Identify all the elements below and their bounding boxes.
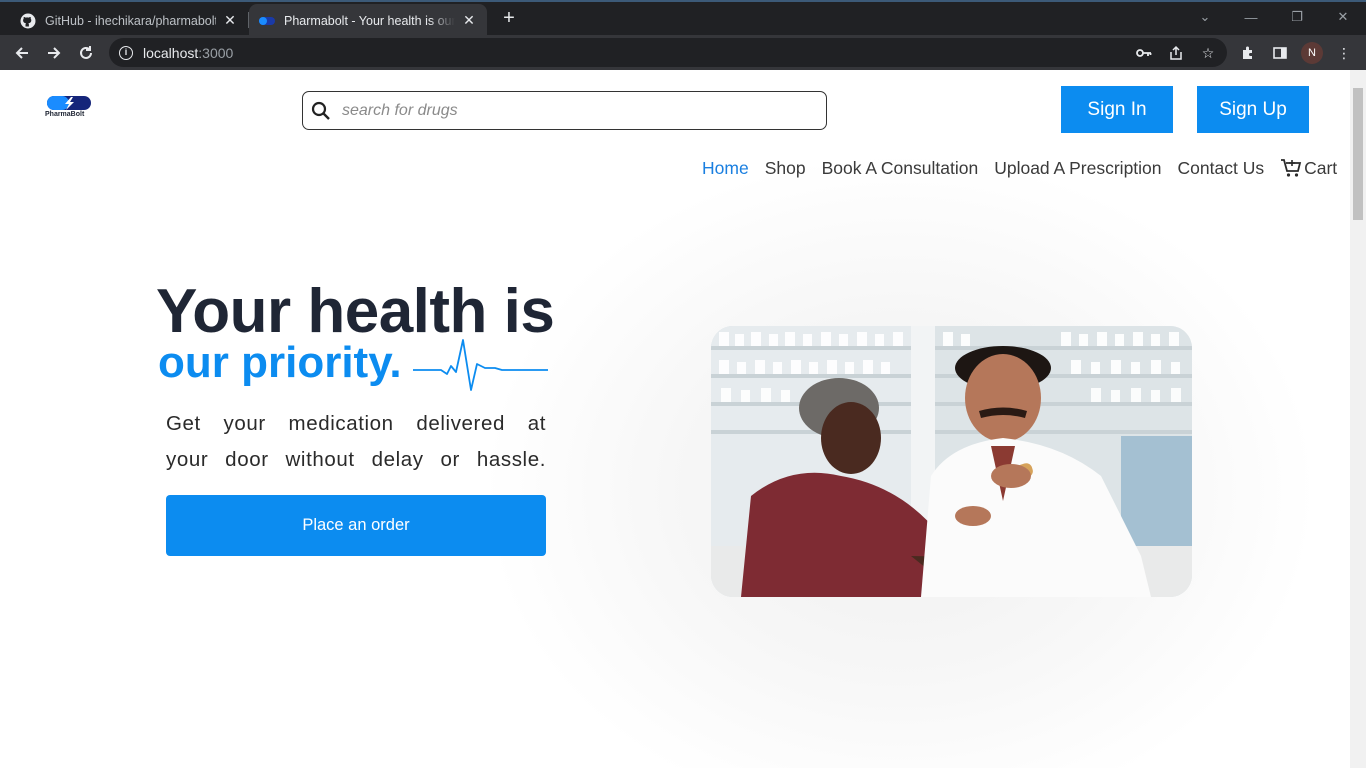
url-port: :3000 [198,44,234,61]
address-bar[interactable]: i localhost:3000 [109,38,1227,67]
scrollbar-thumb[interactable] [1353,88,1363,220]
search-input[interactable] [342,101,782,120]
close-tab-icon[interactable]: ✕ [461,12,477,29]
forward-icon[interactable] [42,41,66,65]
browser-tabstrip: GitHub - ihechikara/pharmabolt ✕ Pharmab… [0,0,1366,37]
nav-item-home[interactable]: Home [702,158,749,179]
extensions-icon[interactable] [1238,43,1258,63]
browser-tab-github[interactable]: GitHub - ihechikara/pharmabolt ✕ [0,4,248,37]
page-scrollbar[interactable] [1350,70,1366,768]
logo-mark-icon [47,96,91,110]
side-panel-icon[interactable] [1270,43,1290,63]
back-icon[interactable] [10,41,34,65]
drug-search-bar[interactable] [302,91,827,130]
key-icon[interactable] [1134,43,1154,63]
nav-item-upload-prescription[interactable]: Upload A Prescription [994,158,1161,179]
close-window-icon[interactable]: ✕ [1328,6,1358,28]
url-host: localhost [143,44,199,61]
hero-pharmacist-image [711,326,1192,597]
hero-subtext: Get your medication delivered at your do… [166,412,546,471]
tab-search-icon[interactable]: ⌄ [1190,6,1220,28]
profile-avatar[interactable]: N [1301,42,1323,64]
github-icon [20,13,36,29]
share-icon[interactable] [1166,43,1186,63]
bookmark-star-icon[interactable]: ☆ [1198,43,1218,63]
restore-icon[interactable]: ❐ [1282,6,1312,28]
tab-title: GitHub - ihechikara/pharmabolt [45,13,216,28]
close-tab-icon[interactable]: ✕ [222,12,238,29]
nav-item-cart[interactable]: Cart [1280,157,1353,179]
reload-icon[interactable] [74,41,98,65]
new-tab-icon[interactable]: + [498,8,520,30]
nav-item-book-consultation[interactable]: Book A Consultation [822,158,979,179]
browser-toolbar: i localhost:3000 ☆ N ⋮ [0,35,1366,70]
page-viewport: PharmaBolt Sign In Sign Up Home Shop Boo… [0,70,1366,768]
menu-kebab-icon[interactable]: ⋮ [1334,43,1354,63]
pharmabolt-favicon-icon [259,13,275,29]
heartbeat-line-icon [413,339,548,391]
main-nav: Home Shop Book A Consultation Upload A P… [702,157,1353,179]
nav-item-contact-us[interactable]: Contact Us [1178,158,1265,179]
place-order-button[interactable]: Place an order [166,495,546,556]
cart-label: Cart [1304,157,1338,178]
search-icon [311,101,330,120]
minimize-icon[interactable]: — [1236,6,1266,28]
pharmacy-photo [711,326,1192,597]
sign-up-button[interactable]: Sign Up [1197,86,1309,133]
logo-text: PharmaBolt [45,111,85,118]
cart-icon [1281,159,1302,177]
sign-in-button[interactable]: Sign In [1061,86,1173,133]
pharmabolt-logo[interactable]: PharmaBolt [45,96,95,122]
hero-headline-accent: our priority. [158,338,402,387]
browser-tab-pharmabolt[interactable]: Pharmabolt - Your health is our priority… [249,4,487,37]
tab-title: Pharmabolt - Your health is our priority [284,13,455,28]
site-info-icon[interactable]: i [119,45,133,60]
nav-item-shop[interactable]: Shop [765,158,806,179]
